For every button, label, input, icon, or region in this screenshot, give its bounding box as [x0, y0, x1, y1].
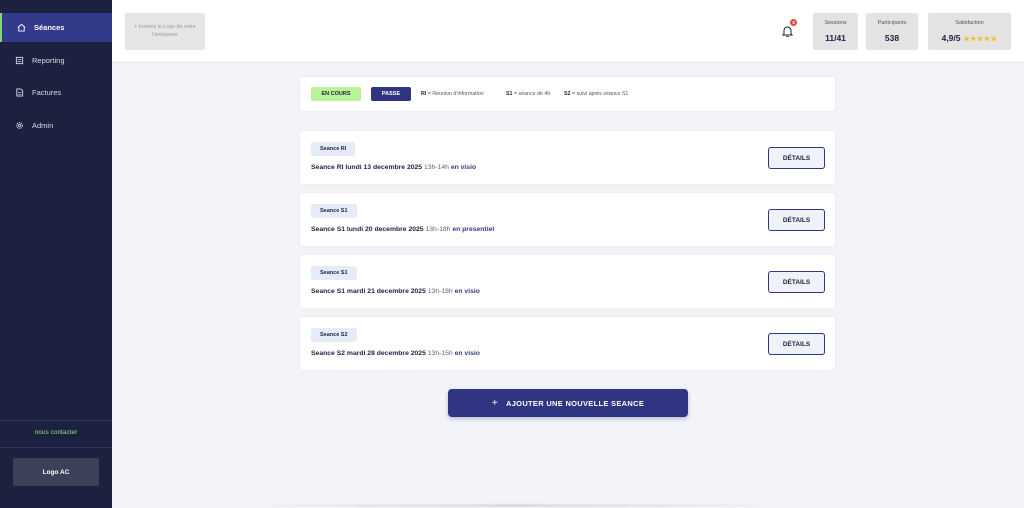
sidebar-item-label: Factures — [32, 88, 62, 97]
stat-label: Sessions — [824, 20, 847, 26]
details-button[interactable]: DÉTAILS — [768, 333, 825, 355]
sidebar-item-factures[interactable]: Factures — [0, 78, 112, 107]
add-session-label: AJOUTER UNE NOUVELLE SEANCE — [506, 398, 645, 408]
sidebar: Séances Reporting Factures Admin nous co… — [0, 0, 112, 508]
sidebar-item-label: Séances — [34, 23, 65, 32]
legend-s2: S2 = suivi après séance S1 — [564, 91, 629, 97]
stat-sessions: Sessions 11/41 — [813, 13, 858, 50]
filter-passe[interactable]: PASSE — [371, 87, 411, 101]
rating-stars-icon: ★★★★★ — [963, 36, 998, 43]
sidebar-item-reporting[interactable]: Reporting — [0, 46, 112, 75]
session-type-tag: Seance S1 — [311, 266, 357, 280]
stat-participants: Participants 538 — [866, 13, 918, 50]
scroll-shadow — [230, 503, 800, 508]
contact-link[interactable]: nous contacter — [0, 429, 112, 436]
details-button[interactable]: DÉTAILS — [768, 209, 825, 231]
session-info: Seance S1 mardi 21 decembre 2025 13h-18h… — [311, 288, 480, 295]
satisfaction-score: 4,9/5 — [941, 33, 961, 43]
stat-value: 11/41 — [825, 33, 846, 43]
session-info: Seance S2 mardi 28 decembre 2025 13h-15h… — [311, 350, 480, 357]
sidebar-divider — [0, 447, 112, 448]
session-card: Seance S1 Seance S1 mardi 21 decembre 20… — [300, 255, 835, 308]
stat-label: Satisfaction — [955, 20, 984, 26]
stat-label: Participants — [877, 20, 907, 26]
company-logo: Logo AC — [13, 458, 99, 486]
details-button[interactable]: DÉTAILS — [768, 147, 825, 169]
add-session-button[interactable]: + AJOUTER UNE NOUVELLE SEANCE — [448, 389, 688, 417]
legend-ri: RI = Réunion d'information — [421, 91, 484, 97]
filter-en-cours[interactable]: EN COURS — [311, 87, 361, 101]
stat-value: 538 — [884, 33, 900, 43]
session-card: Seance S2 Seance S2 mardi 28 decembre 20… — [300, 317, 835, 370]
logo-upload-placeholder[interactable]: + Insérez le Logo de votre l'entreprise — [125, 13, 205, 50]
stat-value: 4,9/5 ★★★★★ — [928, 33, 1011, 43]
sidebar-item-label: Admin — [32, 121, 54, 130]
session-card: Seance S1 Seance S1 lundi 20 decembre 20… — [300, 193, 835, 246]
notifications-button[interactable]: 3 — [781, 19, 797, 41]
legend-s1: S1 = séance de 4h — [506, 91, 551, 97]
session-info: Seance S1 lundi 20 decembre 2025 13h-18h… — [311, 226, 495, 233]
sidebar-item-seances[interactable]: Séances — [0, 13, 112, 42]
plus-icon: + — [491, 397, 498, 409]
report-icon — [14, 56, 24, 66]
details-button[interactable]: DÉTAILS — [768, 271, 825, 293]
home-icon — [16, 23, 26, 33]
header: + Insérez le Logo de votre l'entreprise … — [112, 0, 1024, 63]
bell-icon — [781, 24, 794, 41]
session-type-tag: Seance RI — [311, 142, 356, 156]
gear-icon — [14, 121, 24, 131]
invoice-icon — [14, 88, 24, 98]
status-legend: EN COURS PASSE RI = Réunion d'informatio… — [300, 77, 835, 111]
session-type-tag: Seance S2 — [311, 328, 357, 342]
sidebar-item-label: Reporting — [32, 56, 65, 65]
stat-satisfaction: Satisfaction 4,9/5 ★★★★★ — [928, 13, 1011, 50]
session-type-tag: Seance S1 — [311, 204, 357, 218]
session-info: Seance RI lundi 13 decembre 2025 13h-14h… — [311, 164, 477, 171]
notification-badge: 3 — [790, 19, 797, 26]
sidebar-item-admin[interactable]: Admin — [0, 111, 112, 140]
sidebar-divider — [0, 420, 112, 421]
session-card: Seance RI Seance RI lundi 13 decembre 20… — [300, 131, 835, 184]
